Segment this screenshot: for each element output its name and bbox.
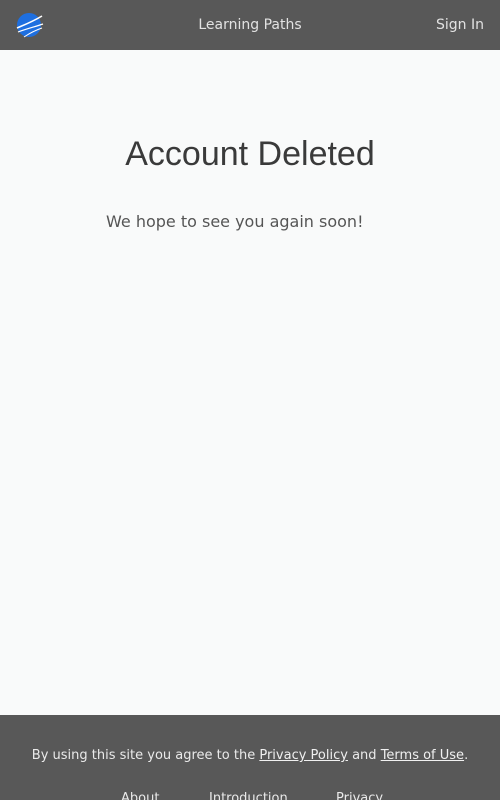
footer-link-introduction[interactable]: Introduction	[209, 789, 288, 800]
privacy-policy-link[interactable]: Privacy Policy	[259, 748, 348, 763]
agree-and: and	[347, 748, 381, 763]
footer: By using this site you agree to the Priv…	[0, 715, 500, 800]
footer-link-privacy[interactable]: Privacy	[336, 789, 383, 800]
top-navbar: Learning Paths Sign In	[0, 0, 500, 50]
agree-suffix: .	[464, 748, 469, 763]
terms-of-use-link[interactable]: Terms of Use	[381, 748, 464, 763]
farewell-message: We hope to see you again soon!	[106, 212, 364, 231]
terms-agreement-text: By using this site you agree to the Priv…	[0, 746, 500, 766]
page-title: Account Deleted	[125, 135, 375, 173]
nav-learning-paths-link[interactable]: Learning Paths	[0, 0, 500, 50]
sign-in-link[interactable]: Sign In	[436, 0, 484, 50]
footer-link-about[interactable]: About	[121, 789, 159, 800]
agree-prefix: By using this site you agree to the	[31, 748, 260, 763]
